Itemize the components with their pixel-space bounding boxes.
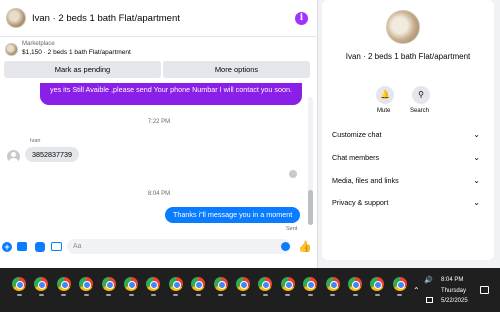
more-options-button[interactable]: More options [163,61,310,78]
running-indicator [83,294,89,296]
running-indicator [106,294,112,296]
running-indicator [16,294,22,296]
chat-info-panel: Ivan · 2 beds 1 bath Flat/apartment 🔔 ⚲ … [322,0,494,260]
running-indicator [285,294,291,296]
plus-icon[interactable]: + [2,242,12,252]
speaker-icon[interactable]: 🔊 [424,276,433,284]
chat-pane: Ivan · 2 beds 1 bath Flat/apartment i Ma… [0,0,318,268]
running-indicator [195,294,201,296]
running-indicator [397,294,403,296]
avatar[interactable] [7,150,20,163]
running-indicator [240,294,246,296]
chrome-icon[interactable] [325,277,340,291]
chrome-icon[interactable] [56,277,71,291]
timestamp: 8:04 PM [147,191,171,197]
chrome-icon[interactable] [191,277,206,291]
message-input[interactable]: Aa [67,239,291,254]
outgoing-message[interactable]: yes its Still Avaible ,please send Your … [40,83,302,105]
outgoing-message[interactable]: Thanks i"ll message you in a moment [165,207,301,223]
chrome-icon[interactable] [303,277,318,291]
messenger-window: Ivan · 2 beds 1 bath Flat/apartment i Ma… [0,0,500,268]
search-label[interactable]: Search [410,108,429,114]
info-title: Ivan · 2 beds 1 bath Flat/apartment [345,52,471,61]
listing-small-thumbnail[interactable] [5,43,18,56]
bell-icon[interactable]: 🔔 [376,86,394,104]
timestamp: 7:22 PM [147,119,171,125]
menu-item-label: Media, files and links [332,176,399,185]
gif-icon[interactable] [51,242,62,251]
menu-item-label: Chat members [332,153,380,162]
mark-as-pending-button[interactable]: Mark as pending [4,61,161,78]
clock-time[interactable]: 8:04 PM [441,277,463,283]
emoji-icon[interactable] [281,242,290,251]
chrome-icon[interactable] [101,277,116,291]
running-indicator [61,294,67,296]
sender-name: Ivan [30,138,41,144]
chrome-icon[interactable] [258,277,273,291]
listing-photo[interactable] [386,10,420,44]
chrome-icon[interactable] [12,277,26,291]
chrome-icon[interactable] [168,277,183,291]
listing-thumbnail[interactable] [6,8,26,28]
chevron-down-icon: ⌄ [473,176,480,185]
running-indicator [150,294,156,296]
message-list: yes its Still Avaible ,please send Your … [0,83,318,235]
media-files-links-item[interactable]: Media, files and links ⌄ [332,173,480,189]
marketplace-label: Marketplace [22,41,55,47]
privacy-support-item[interactable]: Privacy & support ⌄ [332,195,480,211]
chrome-icon[interactable] [370,277,385,291]
mute-label[interactable]: Mute [377,108,390,114]
chevron-down-icon: ⌄ [473,198,480,207]
seen-avatar-icon [289,170,297,178]
chrome-icon[interactable] [280,277,295,291]
chrome-icon[interactable] [146,277,161,291]
chrome-icon[interactable] [213,277,228,291]
running-indicator [262,294,268,296]
running-indicator [352,294,358,296]
menu-item-label: Privacy & support [332,198,389,207]
sticker-icon[interactable] [35,242,45,252]
chrome-icon[interactable] [34,277,49,291]
running-indicator [307,294,313,296]
search-icon[interactable]: ⚲ [412,86,430,104]
scrollbar-thumb[interactable] [308,190,313,225]
running-indicator [218,294,224,296]
notification-icon[interactable] [480,286,489,294]
menu-item-label: Customize chat [332,130,382,139]
chrome-icon[interactable] [392,277,407,291]
chrome-icon[interactable] [348,277,362,291]
clock-date[interactable]: 5/22/2025 [441,298,468,304]
info-icon[interactable]: i [295,12,308,25]
clock-day[interactable]: Thursday [441,288,466,294]
running-indicator [128,294,134,296]
composer: + Aa 👍 [0,237,318,257]
chrome-icon[interactable] [79,277,94,291]
running-indicator [173,294,179,296]
taskbar: ⌃ 🔊 8:04 PM Thursday 5/22/2025 [0,268,500,312]
running-indicator [38,294,44,296]
thumbs-up-icon[interactable]: 👍 [298,240,312,253]
customize-chat-item[interactable]: Customize chat ⌄ [332,127,480,143]
chevron-down-icon: ⌄ [473,153,480,162]
chevron-up-icon[interactable]: ⌃ [413,286,420,295]
incoming-message[interactable]: 3852837739 [25,147,79,162]
sent-status: Sent [286,226,298,232]
chrome-icon[interactable] [236,277,250,291]
chrome-icon[interactable] [124,277,138,291]
chat-members-item[interactable]: Chat members ⌄ [332,150,480,166]
running-indicator [374,294,380,296]
listing-summary[interactable]: $1,150 · 2 beds 1 bath Flat/apartment [22,49,131,56]
chevron-down-icon: ⌄ [473,130,480,139]
network-icon[interactable] [426,297,433,303]
running-indicator [330,294,336,296]
chat-header: Ivan · 2 beds 1 bath Flat/apartment i [0,0,318,37]
image-icon[interactable] [17,242,27,251]
chat-title[interactable]: Ivan · 2 beds 1 bath Flat/apartment [32,13,180,24]
